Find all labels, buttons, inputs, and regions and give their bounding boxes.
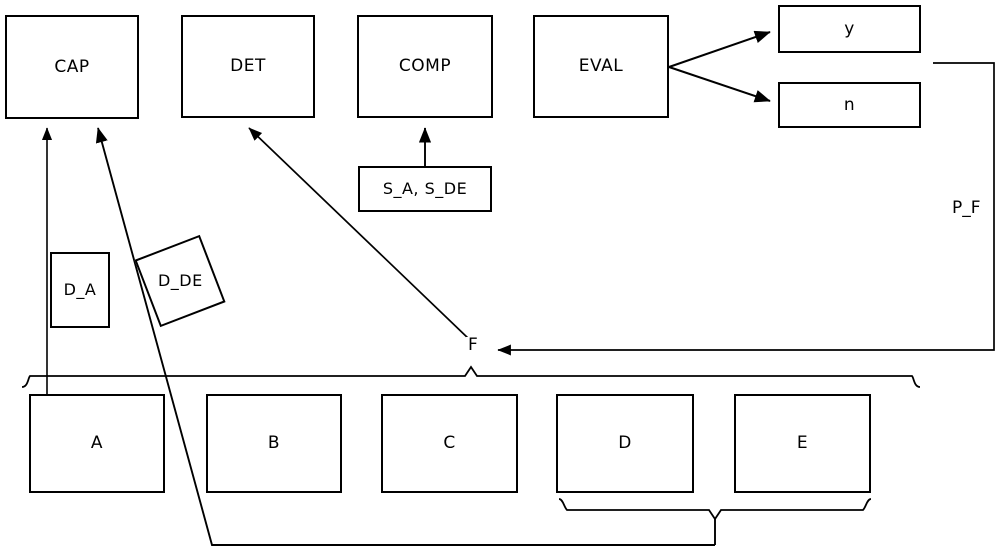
node-b-label: B <box>267 433 281 453</box>
diagram-canvas: CAP DET COMP EVAL y n S_A, S_DE D_A D_DE… <box>0 0 1000 550</box>
node-d-a[interactable]: D_A <box>50 252 110 328</box>
node-d[interactable]: D <box>556 394 694 493</box>
node-yes-label: y <box>844 18 855 39</box>
node-no[interactable]: n <box>778 82 921 128</box>
node-comp[interactable]: COMP <box>357 15 493 118</box>
node-comp-label: COMP <box>398 56 452 76</box>
node-e[interactable]: E <box>734 394 871 493</box>
node-cap[interactable]: CAP <box>5 15 139 119</box>
label-p-f: P_F <box>950 198 983 218</box>
brace-top-all-boxes <box>21 365 921 388</box>
edge-eval-to-y <box>668 30 771 68</box>
node-det-label: DET <box>230 56 266 76</box>
brace-bottom-d-e <box>558 498 872 521</box>
node-s-tokens[interactable]: S_A, S_DE <box>358 166 492 212</box>
node-s-tokens-label: S_A, S_DE <box>382 179 468 198</box>
node-c-label: C <box>443 433 456 453</box>
edge-f-to-det <box>248 127 471 341</box>
node-det[interactable]: DET <box>181 15 315 118</box>
node-d-de-label: D_DE <box>157 271 203 290</box>
node-d-a-label: D_A <box>63 280 97 299</box>
node-d-label: D <box>618 433 632 453</box>
node-a-label: A <box>90 433 104 453</box>
node-eval-label: EVAL <box>578 56 624 76</box>
node-cap-label: CAP <box>54 56 90 77</box>
node-a[interactable]: A <box>29 394 165 493</box>
label-f: F <box>466 335 480 355</box>
node-yes[interactable]: y <box>778 5 921 53</box>
edge-eval-to-n <box>668 66 771 103</box>
node-eval[interactable]: EVAL <box>533 15 669 118</box>
node-no-label: n <box>843 94 856 115</box>
node-c[interactable]: C <box>381 394 518 493</box>
node-b[interactable]: B <box>206 394 342 493</box>
node-e-label: E <box>796 433 809 453</box>
